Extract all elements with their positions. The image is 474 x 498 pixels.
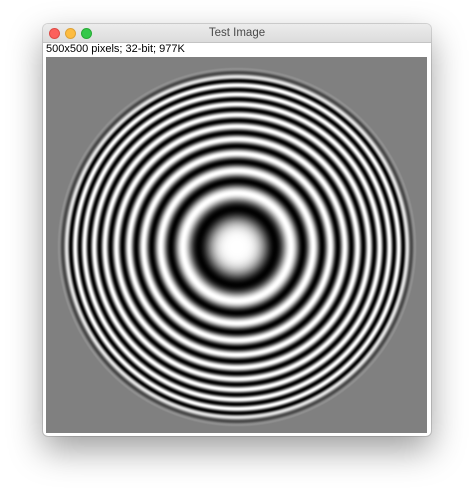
image-window: Test Image 500x500 pixels; 32-bit; 977K [43,24,431,436]
title-bar[interactable]: Test Image [43,24,431,43]
window-title: Test Image [208,27,266,39]
image-canvas[interactable] [46,57,427,433]
image-info-label: 500x500 pixels; 32-bit; 977K [46,43,185,55]
concentric-rings-image [46,57,427,433]
